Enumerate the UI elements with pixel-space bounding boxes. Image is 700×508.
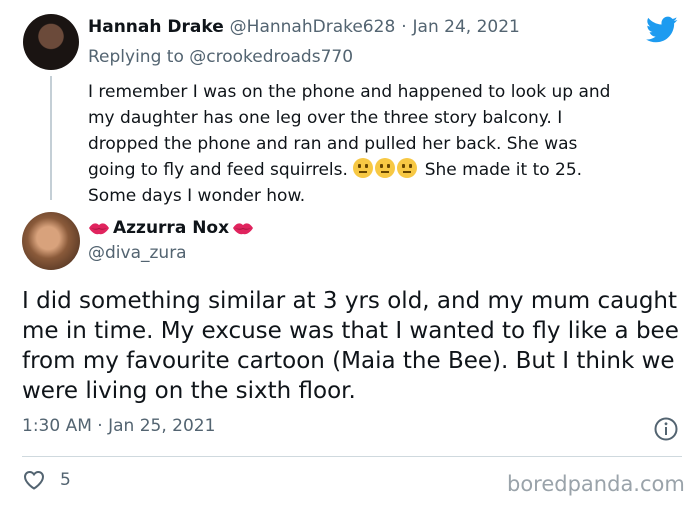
heart-icon[interactable] xyxy=(22,468,46,492)
watermark: boredpanda.com xyxy=(507,472,685,496)
parent-tweet-text: I remember I was on the phone and happen… xyxy=(88,79,688,209)
replying-to-handle[interactable]: @crookedroads770 xyxy=(189,47,353,67)
parent-date[interactable]: Jan 24, 2021 xyxy=(413,17,520,37)
main-handle[interactable]: @diva_zura xyxy=(88,243,187,263)
neutral-face-emoji-icon xyxy=(353,158,374,178)
header-separator: · xyxy=(401,17,407,37)
parent-display-name[interactable]: Hannah Drake xyxy=(88,17,224,37)
replying-to-line: Replying to @crookedroads770 xyxy=(88,47,353,67)
tweet-timestamp[interactable]: 1:30 AM · Jan 25, 2021 xyxy=(22,416,215,436)
main-tweet-name-row: Azzurra Nox xyxy=(88,218,254,238)
divider xyxy=(22,456,682,457)
main-display-name[interactable]: Azzurra Nox xyxy=(113,218,229,238)
like-count[interactable]: 5 xyxy=(60,470,71,490)
kiss-mark-icon xyxy=(89,223,109,235)
info-icon[interactable] xyxy=(653,416,679,442)
thread-connector xyxy=(50,76,52,200)
avatar-azzurra-nox[interactable] xyxy=(22,212,80,270)
parent-handle[interactable]: @HannahDrake628 xyxy=(230,17,396,37)
avatar-hannah-drake[interactable] xyxy=(23,14,79,70)
main-tweet-text: I did something similar at 3 yrs old, an… xyxy=(22,288,679,404)
parent-tweet-header: Hannah Drake @HannahDrake628 · Jan 24, 2… xyxy=(88,17,520,37)
twitter-bird-icon[interactable] xyxy=(646,16,678,44)
replying-prefix: Replying to xyxy=(88,47,184,67)
neutral-face-emoji-icon xyxy=(375,158,396,178)
kiss-mark-icon xyxy=(233,223,254,235)
neutral-face-emoji-icon xyxy=(397,158,418,178)
